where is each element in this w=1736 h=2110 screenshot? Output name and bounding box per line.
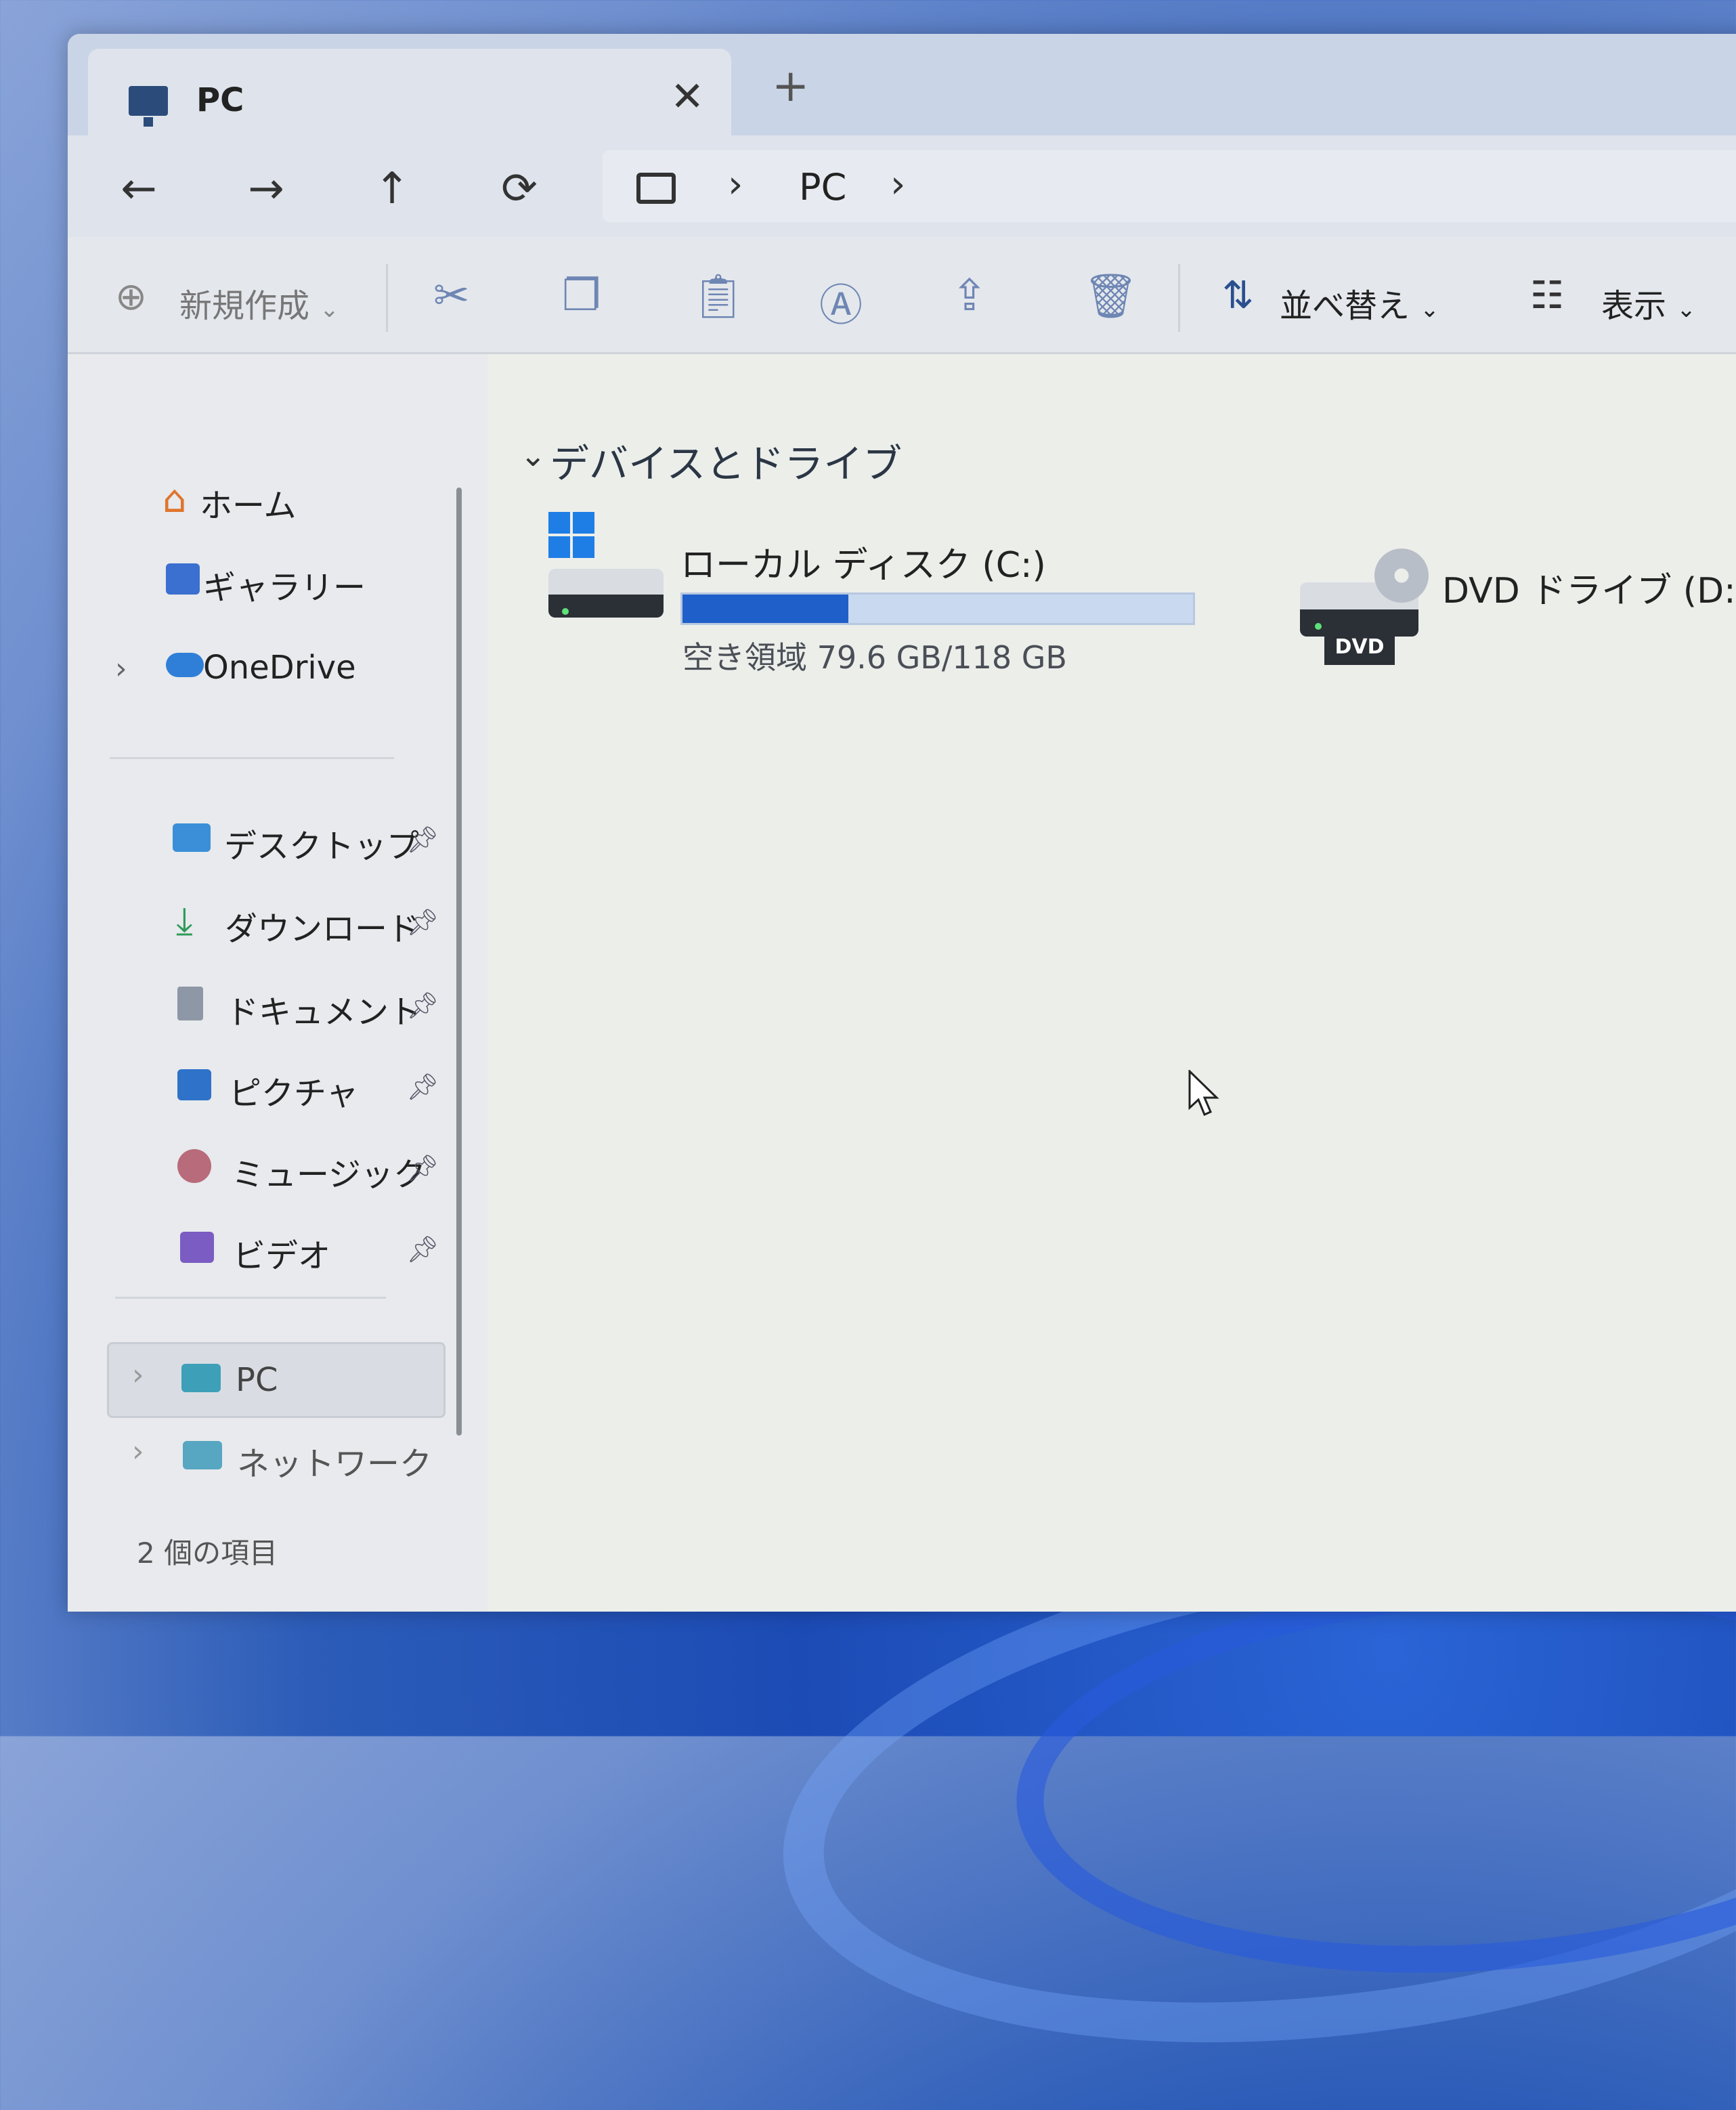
windows-logo-square xyxy=(548,512,570,534)
breadcrumb-chevron-icon[interactable]: › xyxy=(728,163,743,207)
tab-strip: PC ✕ + xyxy=(68,34,1736,137)
mouse-pointer-icon xyxy=(1188,1070,1219,1116)
pc-icon xyxy=(181,1364,221,1392)
delete-icon[interactable]: 🗑︎ xyxy=(1083,271,1138,322)
drive-led xyxy=(1315,623,1322,630)
pin-icon[interactable]: 📌︎ xyxy=(406,991,439,1021)
address-row: ← → ↑ ⟳ › PC › xyxy=(68,135,1736,237)
share-icon[interactable]: ⇪ xyxy=(951,271,988,321)
chevron-down-icon: ⌄ xyxy=(1676,296,1696,323)
plus-circle-icon: ⊕ xyxy=(115,275,147,319)
windows-logo-square xyxy=(573,512,594,534)
drive-c-name: ローカル ディスク (C:) xyxy=(680,545,1046,586)
windows-logo-square xyxy=(548,536,570,558)
drive-c-usage-bar xyxy=(680,593,1195,625)
sidebar-item-home[interactable]: ⌂ ホーム xyxy=(162,477,297,525)
up-button[interactable]: ↑ xyxy=(368,164,416,214)
windows-logo-square xyxy=(573,536,594,558)
cloud-icon xyxy=(166,653,204,677)
new-tab-button[interactable]: + xyxy=(772,60,809,112)
forward-button[interactable]: → xyxy=(242,164,290,214)
expand-chevron-icon[interactable]: › xyxy=(132,1358,144,1392)
sidebar-item-label: ドキュメント xyxy=(226,993,422,1031)
sidebar-item-label: PC xyxy=(236,1361,278,1399)
expand-chevron-icon[interactable]: › xyxy=(115,651,127,686)
gallery-icon xyxy=(166,563,200,595)
disc-icon xyxy=(1374,548,1429,603)
paste-icon[interactable]: 📋︎ xyxy=(691,271,745,322)
sidebar-item-label: OneDrive xyxy=(203,649,356,687)
sidebar-item-label: デスクトップ xyxy=(224,827,420,865)
breadcrumb-chevron-icon[interactable]: › xyxy=(890,163,905,207)
document-icon xyxy=(177,987,203,1020)
network-icon xyxy=(183,1441,222,1469)
windows-logo-icon xyxy=(548,512,596,559)
pin-icon[interactable]: 📌︎ xyxy=(406,825,439,855)
view-label: 表示 xyxy=(1601,287,1667,325)
expand-chevron-icon[interactable]: › xyxy=(132,1434,144,1469)
command-bar: ⊕ 新規作成 ⌄ ✂ ❐ 📋︎ Ⓐ ⇪ 🗑︎ ⇅ 並べ替え ⌄ ☷ 表示 ⌄ xyxy=(68,237,1736,354)
collapse-chevron-icon[interactable]: ⌄ xyxy=(520,437,546,473)
view-button[interactable]: 表示 ⌄ xyxy=(1601,279,1696,326)
pin-icon[interactable]: 📌︎ xyxy=(406,1072,439,1102)
sidebar-scrollbar[interactable] xyxy=(456,488,462,1436)
desktop-icon xyxy=(173,823,211,852)
sidebar-divider xyxy=(115,1297,386,1299)
pin-icon[interactable]: 📌︎ xyxy=(406,1153,439,1184)
refresh-button[interactable]: ⟳ xyxy=(496,164,543,214)
sidebar-divider xyxy=(110,757,394,759)
video-icon xyxy=(180,1232,214,1263)
close-tab-icon[interactable]: ✕ xyxy=(670,73,704,121)
sidebar-item-label: ホーム xyxy=(200,487,297,525)
download-icon: ⤓ xyxy=(176,899,193,943)
content-pane xyxy=(487,354,1736,1612)
new-button[interactable]: 新規作成 ⌄ xyxy=(179,279,339,326)
sidebar-item-label: ミュージック xyxy=(232,1156,427,1194)
navigation-pane xyxy=(68,354,487,1612)
toolbar-divider xyxy=(1178,264,1180,332)
sidebar-item-label: ビデオ xyxy=(233,1237,331,1275)
home-icon: ⌂ xyxy=(162,477,187,521)
copy-icon[interactable]: ❐ xyxy=(562,271,601,321)
drive-c-free-space: 空き領域 79.6 GB/118 GB xyxy=(682,639,1067,676)
address-bar[interactable] xyxy=(603,150,1736,222)
breadcrumb-pc[interactable]: PC xyxy=(799,166,846,209)
group-title[interactable]: デバイスとドライブ xyxy=(550,432,902,489)
rename-icon[interactable]: Ⓐ xyxy=(819,271,863,333)
cut-icon[interactable]: ✂ xyxy=(433,271,470,321)
monitor-icon xyxy=(129,86,168,127)
drive-led xyxy=(562,608,569,615)
tab-pc[interactable]: PC ✕ xyxy=(88,49,731,137)
view-icon: ☷ xyxy=(1530,274,1565,318)
sidebar-item-label: ピクチャ xyxy=(229,1075,359,1113)
sort-label: 並べ替え xyxy=(1280,287,1410,325)
picture-icon xyxy=(177,1069,211,1100)
chevron-down-icon: ⌄ xyxy=(320,296,339,323)
file-explorer-window: PC ✕ + ← → ↑ ⟳ › PC › ⊕ 新規作成 ⌄ ✂ ❐ 📋︎ Ⓐ … xyxy=(68,34,1736,1612)
sort-button[interactable]: 並べ替え ⌄ xyxy=(1280,279,1439,326)
sort-icon: ⇅ xyxy=(1222,274,1254,318)
dvd-badge: DVD xyxy=(1324,630,1395,665)
new-label: 新規作成 xyxy=(179,287,310,325)
status-item-count: 2 個の項目 xyxy=(137,1536,278,1570)
pin-icon[interactable]: 📌︎ xyxy=(406,1234,439,1265)
tab-title: PC xyxy=(196,81,244,119)
sidebar-item-label: ネットワーク xyxy=(237,1445,433,1483)
pc-icon xyxy=(636,173,676,204)
drive-c-usage-fill xyxy=(682,595,849,623)
music-icon xyxy=(177,1149,211,1183)
drive-d-name: DVD ドライブ (D:) xyxy=(1442,571,1736,611)
sidebar-item-label: ダウンロード xyxy=(225,910,420,948)
toolbar-divider xyxy=(386,264,388,332)
back-button[interactable]: ← xyxy=(115,164,162,214)
chevron-down-icon: ⌄ xyxy=(1420,296,1439,323)
sidebar-item-label: ギャラリー xyxy=(203,569,366,607)
pin-icon[interactable]: 📌︎ xyxy=(406,907,439,938)
